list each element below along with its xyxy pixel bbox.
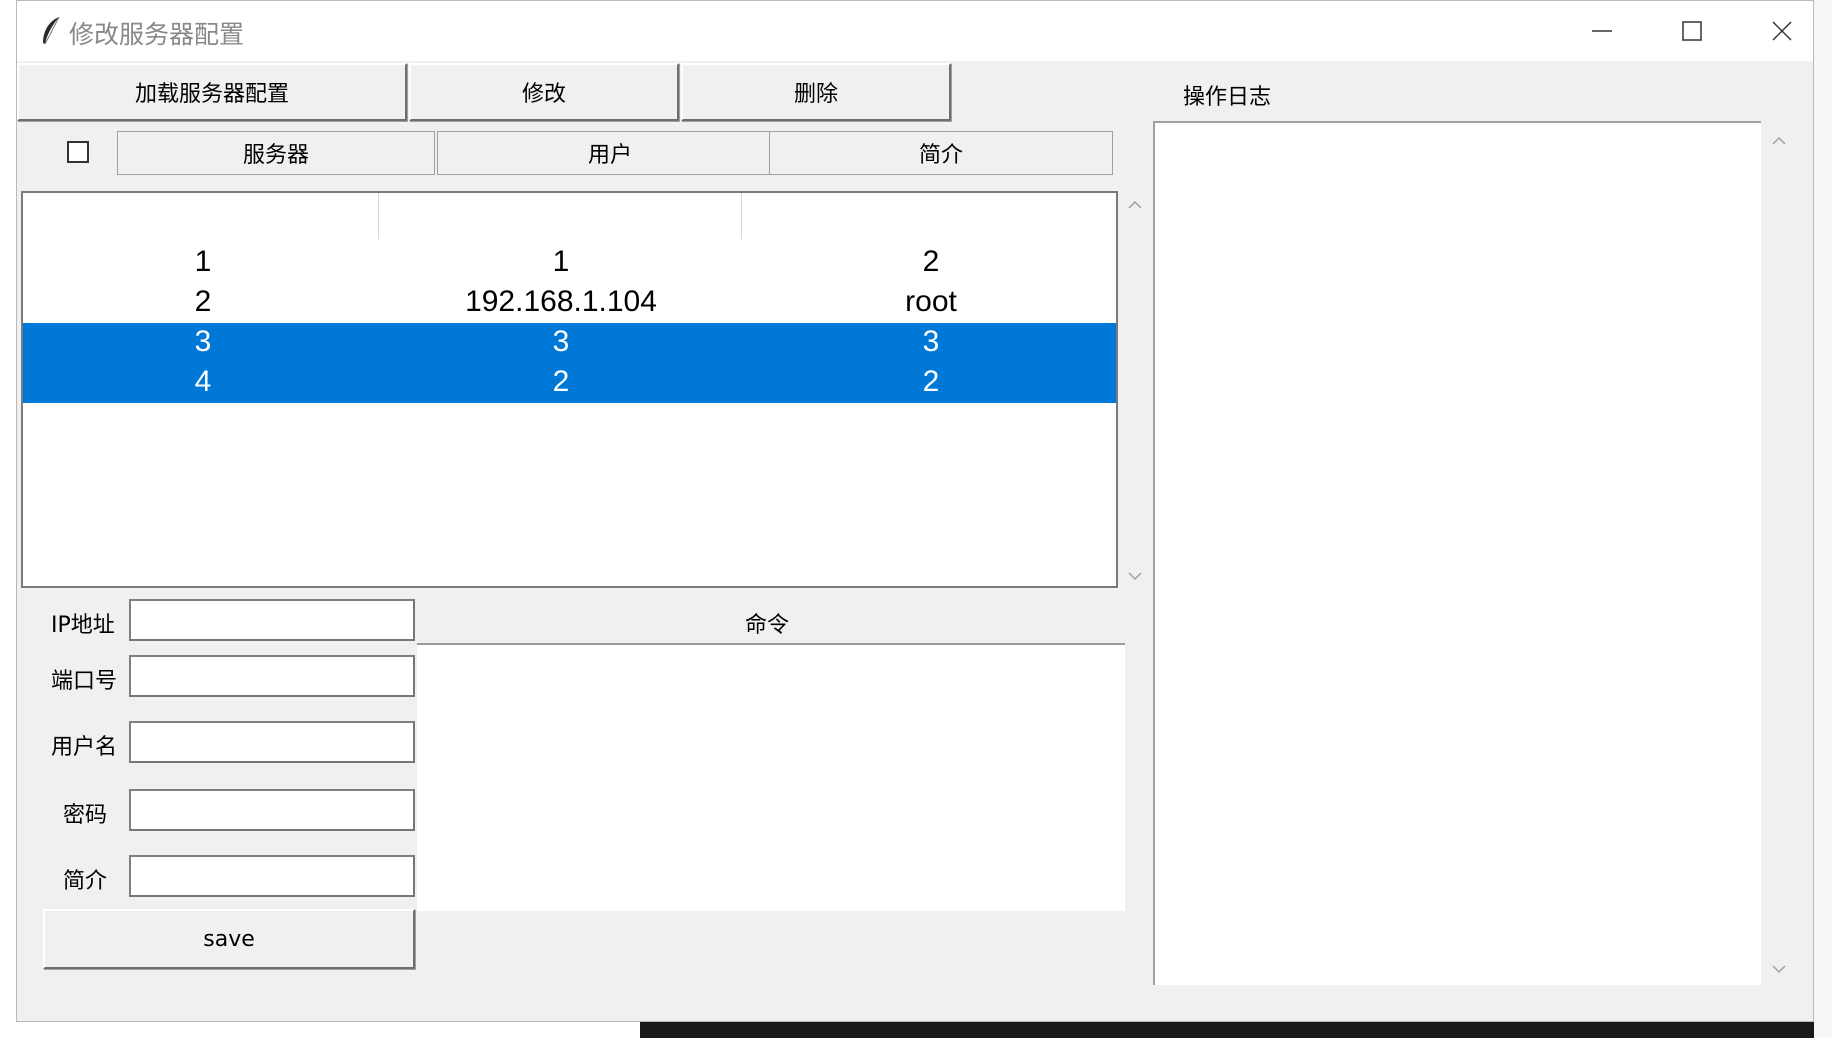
column-separator xyxy=(378,193,379,239)
cell-server: 3 xyxy=(194,325,212,358)
title-bar: 修改服务器配置 xyxy=(17,1,1813,61)
cell-description: 2 xyxy=(922,245,940,278)
ip-input[interactable] xyxy=(129,599,415,641)
table-row-selected[interactable]: 4 2 2 xyxy=(23,363,1116,403)
ip-label: IP地址 xyxy=(51,613,115,638)
column-separator xyxy=(741,193,742,239)
username-input[interactable] xyxy=(129,721,415,763)
log-title: 操作日志 xyxy=(1183,85,1272,110)
table-row[interactable]: 2 192.168.1.104 root xyxy=(23,283,1116,323)
save-button[interactable]: save xyxy=(43,909,415,969)
header-description[interactable]: 简介 xyxy=(769,131,1113,175)
command-textbox[interactable] xyxy=(417,643,1125,911)
load-config-label: 加载服务器配置 xyxy=(134,82,289,107)
minimize-icon xyxy=(1592,30,1612,32)
modify-label: 修改 xyxy=(521,82,566,107)
main-window: 修改服务器配置 加载服务器配置 修改 删除 操作日志 服务器 用户 简介 1 1… xyxy=(16,0,1814,1022)
save-label: save xyxy=(203,926,255,952)
delete-label: 删除 xyxy=(793,82,838,107)
select-all-checkbox[interactable] xyxy=(67,141,89,163)
header-user[interactable]: 用户 xyxy=(437,131,783,175)
cell-user: 2 xyxy=(552,365,570,398)
cell-description: root xyxy=(905,285,957,318)
header-server[interactable]: 服务器 xyxy=(117,131,435,175)
cell-server: 4 xyxy=(194,365,212,398)
maximize-button[interactable] xyxy=(1647,1,1737,61)
log-scroll-up-icon[interactable] xyxy=(1769,131,1789,151)
port-label: 端口号 xyxy=(51,669,118,694)
log-scroll-down-icon[interactable] xyxy=(1769,959,1789,979)
description-input[interactable] xyxy=(129,855,415,897)
port-input[interactable] xyxy=(129,655,415,697)
cell-user: 3 xyxy=(552,325,570,358)
table-row[interactable]: 1 1 2 xyxy=(23,243,1116,283)
password-label: 密码 xyxy=(63,803,108,828)
taskbar-edge xyxy=(640,1020,1832,1038)
password-input[interactable] xyxy=(129,789,415,831)
table-row-selected[interactable]: 3 3 3 xyxy=(23,323,1116,363)
window-title: 修改服务器配置 xyxy=(69,20,245,49)
server-list[interactable]: 1 1 2 2 192.168.1.104 root 3 3 3 4 2 2 xyxy=(21,191,1118,588)
cell-server: 2 xyxy=(194,285,212,318)
modify-button[interactable]: 修改 xyxy=(409,63,679,121)
header-server-label: 服务器 xyxy=(242,143,309,168)
cell-server: 1 xyxy=(194,245,212,278)
cell-user: 192.168.1.104 xyxy=(465,285,657,318)
background-window-edge xyxy=(1814,0,1832,1038)
list-scroll-down-icon[interactable] xyxy=(1125,566,1145,586)
feather-icon xyxy=(43,16,60,45)
minimize-button[interactable] xyxy=(1557,1,1647,61)
load-config-button[interactable]: 加载服务器配置 xyxy=(17,63,407,121)
cell-user: 1 xyxy=(552,245,570,278)
maximize-icon xyxy=(1682,21,1702,41)
close-button[interactable] xyxy=(1737,1,1827,61)
cell-description: 2 xyxy=(922,365,940,398)
close-icon xyxy=(1772,21,1792,41)
header-description-label: 简介 xyxy=(918,143,963,168)
description-label: 简介 xyxy=(63,869,108,894)
header-user-label: 用户 xyxy=(587,143,632,168)
cell-description: 3 xyxy=(922,325,940,358)
username-label: 用户名 xyxy=(51,735,118,760)
command-label: 命令 xyxy=(745,613,790,638)
log-textbox[interactable] xyxy=(1153,121,1761,985)
list-scroll-up-icon[interactable] xyxy=(1125,195,1145,215)
delete-button[interactable]: 删除 xyxy=(681,63,951,121)
